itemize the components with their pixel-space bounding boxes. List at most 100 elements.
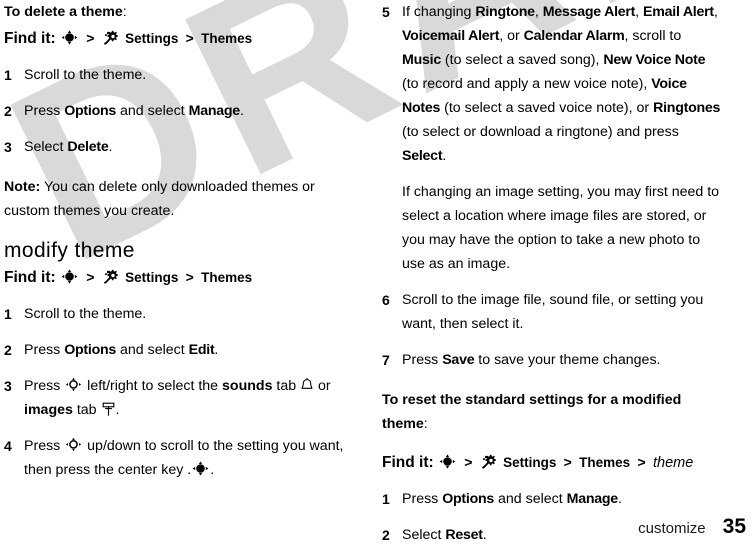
reset-theme-heading: To reset the standard settings for a mod… [382,388,722,436]
ui-term-voicemail-alert: Voicemail Alert [402,28,500,44]
step-text-part: Select [402,527,446,543]
note-text: You can delete only downloaded themes or… [4,179,315,219]
navigation-key-hollow-icon [65,377,82,392]
step-text-part: Scroll to the theme. [24,306,147,322]
step-number: 7 [382,352,390,368]
step-row: 3 Press left/right to select the sounds … [4,374,344,422]
step-text-part: . [214,342,219,358]
navigation-key-filled-icon [192,461,209,476]
ui-term-manage: Manage [566,491,619,507]
step-number: 6 [382,292,390,308]
step-row: 1 Scroll to the theme. [4,302,344,326]
tab-name-sounds: sounds [222,378,273,394]
ui-term-edit: Edit [188,342,215,358]
step-number: 2 [4,342,12,358]
step-number: 1 [4,67,12,83]
step-text-part: , [713,4,718,20]
find-it-theme-placeholder: theme [653,455,694,471]
step-text-part: Press [402,352,443,368]
step-text-part: . [210,462,215,478]
find-it-separator-3c: > [637,454,646,470]
step-text: Select Delete. [24,135,344,159]
find-it-delete-theme: Find it: > Settings > Themes [4,26,344,51]
step-number: 3 [4,378,12,394]
step-row: 2 Press Options and select Edit. [4,338,344,362]
step-text-part: , [635,4,644,20]
step-row: 5 If changing Ringtone, Message Alert, E… [382,0,722,168]
ui-term-options: Options [64,342,117,358]
note-label: Note: [4,179,41,195]
step-text-part: . [482,527,487,543]
step-number: 5 [382,4,390,20]
step-text: Press left/right to select the sounds ta… [24,374,344,422]
step-text: Press Options and select Manage. [402,487,722,511]
step-text: Press Options and select Manage. [24,99,344,123]
find-it-themes-1: Themes [201,31,253,46]
ui-term-select: Select [402,148,443,164]
step-number: 2 [382,527,390,543]
step-text-part: Press [24,342,65,358]
ui-term-options: Options [64,103,117,119]
find-it-label-3: Find it: [382,454,434,471]
step-row: 1 Scroll to the theme. [4,63,344,87]
step-text-part: (to select or download a ringtone) and p… [402,124,679,140]
step-text: Press up/down to scroll to the setting y… [24,434,344,482]
step-text-part: Press [24,378,65,394]
tab-name-images: images [24,402,73,418]
right-column: 5 If changing Ringtone, Message Alert, E… [382,0,722,547]
navigation-key-filled-icon [61,30,78,45]
step-text: Scroll to the image file, sound file, or… [402,288,722,336]
settings-gear-icon [481,454,498,469]
step-text-part: . [617,491,622,507]
delete-theme-heading-bold: To delete a theme [4,4,123,20]
step-text-part: Scroll to the image file, sound file, or… [402,292,704,332]
note-block: Note: You can delete only downloaded the… [4,175,344,223]
settings-gear-icon [103,30,120,45]
ui-term-save: Save [442,352,475,368]
navigation-key-filled-icon [61,269,78,284]
step-text-part: left/right to select the [83,378,223,394]
find-it-settings-1: Settings [125,31,179,46]
find-it-settings-3: Settings [503,455,557,470]
ui-term-options: Options [442,491,495,507]
step-text-part: , scroll to [624,28,682,44]
find-it-modify-theme: Find it: > Settings > Themes [4,265,344,290]
find-it-separator-2a: > [86,269,95,285]
find-it-label-1: Find it: [4,30,56,47]
step-text: If changing Ringtone, Message Alert, Ema… [402,0,722,168]
navigation-key-hollow-icon [65,437,82,452]
find-it-label-2: Find it: [4,269,56,286]
step-text-part: Press [402,491,443,507]
step-text-part: . [442,148,447,164]
step-text-part: Scroll to the theme. [24,67,147,83]
step-text-part: . [115,402,120,418]
page-footer: customize 35 [638,515,746,539]
step-text-part: tab [272,378,301,394]
ui-term-ringtone: Ringtone [475,4,535,20]
step-number: 2 [4,103,12,119]
step-row: 7 Press Save to save your theme changes. [382,348,722,372]
step-row: 1 Press Options and select Manage. [382,487,722,511]
step-row: 3 Select Delete. [4,135,344,159]
paint-roller-icon [102,400,115,416]
step-text-part: . [108,139,113,155]
reset-theme-heading-colon: : [423,416,428,432]
image-setting-note: If changing an image setting, you may fi… [402,184,720,272]
step-number: 4 [4,438,12,454]
step-text-part: (to select a saved voice note), or [440,100,654,116]
manual-page: To delete a theme: Find it: > Settings >… [0,0,756,545]
find-it-themes-2: Themes [201,270,253,285]
find-it-reset-theme: Find it: > Settings > Themes > theme [382,450,722,475]
ui-term-calendar-alarm: Calendar Alarm [523,28,625,44]
step-text-part: , [534,4,543,20]
step-text-part: or [314,378,331,394]
ui-term-new-voice-note: New Voice Note [603,52,706,68]
left-column: To delete a theme: Find it: > Settings >… [4,0,344,482]
step-text: Press Save to save your theme changes. [402,348,722,372]
step-row: 6 Scroll to the image file, sound file, … [382,288,722,336]
delete-theme-heading: To delete a theme: [4,0,344,24]
step-text-part: . [239,103,244,119]
find-it-separator-1b: > [185,30,194,46]
step-row: 2 Press Options and select Manage. [4,99,344,123]
step-text-part: If changing [402,4,476,20]
